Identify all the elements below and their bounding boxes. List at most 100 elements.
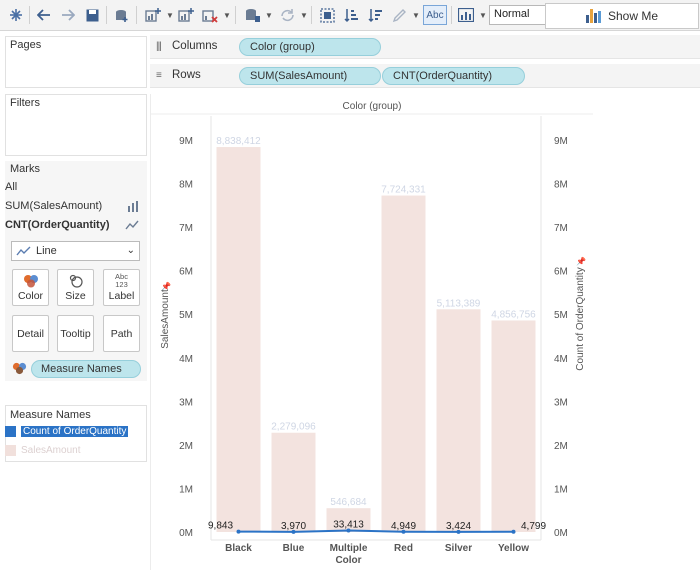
chart-area: Color (group) 0M 0M 1M 1M 2M 2M 3M 3M 4M 4M 5M 5M 6M 6… (150, 94, 593, 570)
rows-shelf[interactable]: ≡ Rows SUM(SalesAmount) CNT(OrderQuantit… (150, 64, 700, 88)
bar-data-label: 8,838,412 (216, 136, 261, 147)
y2-tick-label: 0M (554, 528, 568, 539)
detail-button-label: Detail (17, 327, 44, 340)
clear-sheet-icon[interactable] (200, 5, 220, 25)
line-mark-icon (125, 220, 139, 230)
chevron-down-icon: ⌄ (126, 245, 135, 256)
bar-data-label: 7,724,331 (381, 185, 426, 196)
line-data-label: 4,799 (521, 521, 546, 532)
x-tick-label: Color (335, 555, 361, 566)
bar-data-label: 2,279,096 (271, 422, 316, 433)
new-datasource-icon[interactable] (112, 5, 132, 25)
refresh-icon[interactable] (276, 5, 298, 25)
swap-rows-columns-icon[interactable] (317, 5, 337, 25)
y-tick-label: 3M (179, 397, 193, 408)
y-tick-label: 2M (179, 441, 193, 452)
sort-descending-icon[interactable] (365, 5, 385, 25)
size-button[interactable]: Size (57, 269, 94, 306)
bar-data-label: 546,684 (330, 497, 367, 508)
y-tick-label: 6M (179, 267, 193, 278)
legend-swatch (5, 426, 16, 437)
bar (436, 309, 481, 532)
pages-shelf[interactable]: Pages (5, 36, 147, 88)
columns-label: ||| Columns (156, 40, 217, 52)
x-tick-label: Black (225, 543, 252, 554)
bar (216, 147, 261, 532)
highlight-icon[interactable] (389, 5, 409, 25)
show-me-button[interactable]: Show Me (545, 3, 699, 29)
color-encoding-icon (12, 362, 27, 375)
forward-arrow-icon[interactable] (58, 5, 78, 25)
sort-ascending-icon[interactable] (341, 5, 361, 25)
dual-axis-chart: Color (group) 0M 0M 1M 1M 2M 2M 3M 3M 4M 4M 5M 5M 6M 6… (151, 96, 593, 566)
y2-tick-label: 7M (554, 223, 568, 234)
bar (271, 432, 316, 532)
pause-updates-icon[interactable] (242, 5, 262, 25)
pill-label: SUM(SalesAmount) (250, 70, 348, 82)
bar-data-label: 4,856,756 (491, 309, 536, 320)
color-group-pill[interactable]: Color (group) (239, 38, 381, 56)
bar-data-label: 5,113,389 (437, 298, 481, 309)
legend-item-salesamount[interactable]: SalesAmount (5, 444, 80, 457)
line-mark-icon (16, 246, 31, 256)
columns-label-text: Columns (172, 40, 218, 52)
x-tick-label: Red (394, 543, 413, 554)
legend-item-count-orderquantity[interactable]: Count of OrderQuantity (5, 425, 129, 438)
y2-tick-label: 5M (554, 310, 568, 321)
x-tick-label: Silver (445, 543, 472, 554)
columns-shelf[interactable]: ||| Columns Color (group) (150, 35, 700, 59)
abc-label: Abc (426, 9, 444, 21)
y-tick-label: 7M (179, 223, 193, 234)
y2-tick-label: 3M (554, 397, 568, 408)
path-button[interactable]: Path (103, 315, 140, 352)
bar-mark-icon (128, 200, 138, 212)
sum-salesamount-pill[interactable]: SUM(SalesAmount) (239, 67, 381, 85)
rows-label: ≡ Rows (156, 69, 201, 81)
legend-item-label: SalesAmount (21, 445, 81, 456)
line-data-label: 3,424 (446, 521, 471, 532)
marks-tab-label: All (5, 181, 18, 193)
show-mark-labels-button[interactable]: Abc (423, 5, 447, 25)
tableau-logo-icon[interactable] (6, 5, 26, 25)
x-tick-label: Blue (283, 543, 305, 554)
y2-axis-title: Count of OrderQuantity (575, 267, 586, 370)
pill-label: Color (group) (250, 41, 315, 53)
color-icon (23, 275, 38, 288)
x-tick-label: Multiple (330, 543, 368, 554)
new-worksheet-icon[interactable] (142, 5, 164, 25)
save-icon[interactable] (82, 5, 102, 25)
mark-type-dropdown[interactable]: Line ⌄ (11, 241, 140, 261)
y2-tick-label: 2M (554, 441, 568, 452)
y-tick-label: 0M (179, 528, 193, 539)
label-button-label: Label (108, 290, 135, 302)
marks-tab-all[interactable]: All (5, 178, 142, 196)
legend-title: Measure Names (10, 409, 91, 421)
filters-shelf[interactable]: Filters (5, 94, 147, 156)
columns-icon: ||| (156, 40, 162, 52)
label-icon: Abc 123 (115, 273, 128, 289)
legend-item-label: Count of OrderQuantity (21, 426, 129, 437)
pin-icon: 📌 (576, 256, 586, 266)
duplicate-sheet-icon[interactable] (176, 5, 196, 25)
filters-title: Filters (10, 97, 40, 109)
label-button[interactable]: Abc 123 Label (103, 269, 140, 306)
marks-tab-cnt-orderquantity[interactable]: CNT(OrderQuantity) (5, 216, 142, 234)
bar (381, 195, 426, 532)
rows-label-text: Rows (172, 69, 201, 81)
cnt-orderquantity-pill[interactable]: CNT(OrderQuantity) (382, 67, 525, 85)
y2-tick-label: 8M (554, 180, 568, 191)
detail-button[interactable]: Detail (12, 315, 49, 352)
back-arrow-icon[interactable] (34, 5, 54, 25)
tooltip-button[interactable]: Tooltip (57, 315, 94, 352)
marks-title: Marks (10, 163, 40, 175)
y2-tick-label: 9M (554, 136, 568, 147)
marks-tab-sum-salesamount[interactable]: SUM(SalesAmount) (5, 197, 142, 215)
pages-title: Pages (10, 39, 42, 51)
view-size-icon[interactable] (455, 5, 477, 25)
color-button[interactable]: Color (12, 269, 49, 306)
pin-icon: 📌 (161, 281, 171, 291)
size-icon (69, 274, 83, 288)
measure-names-pill[interactable]: Measure Names (31, 360, 141, 378)
x-tick-label: Yellow (498, 543, 529, 554)
rows-icon: ≡ (156, 69, 162, 81)
